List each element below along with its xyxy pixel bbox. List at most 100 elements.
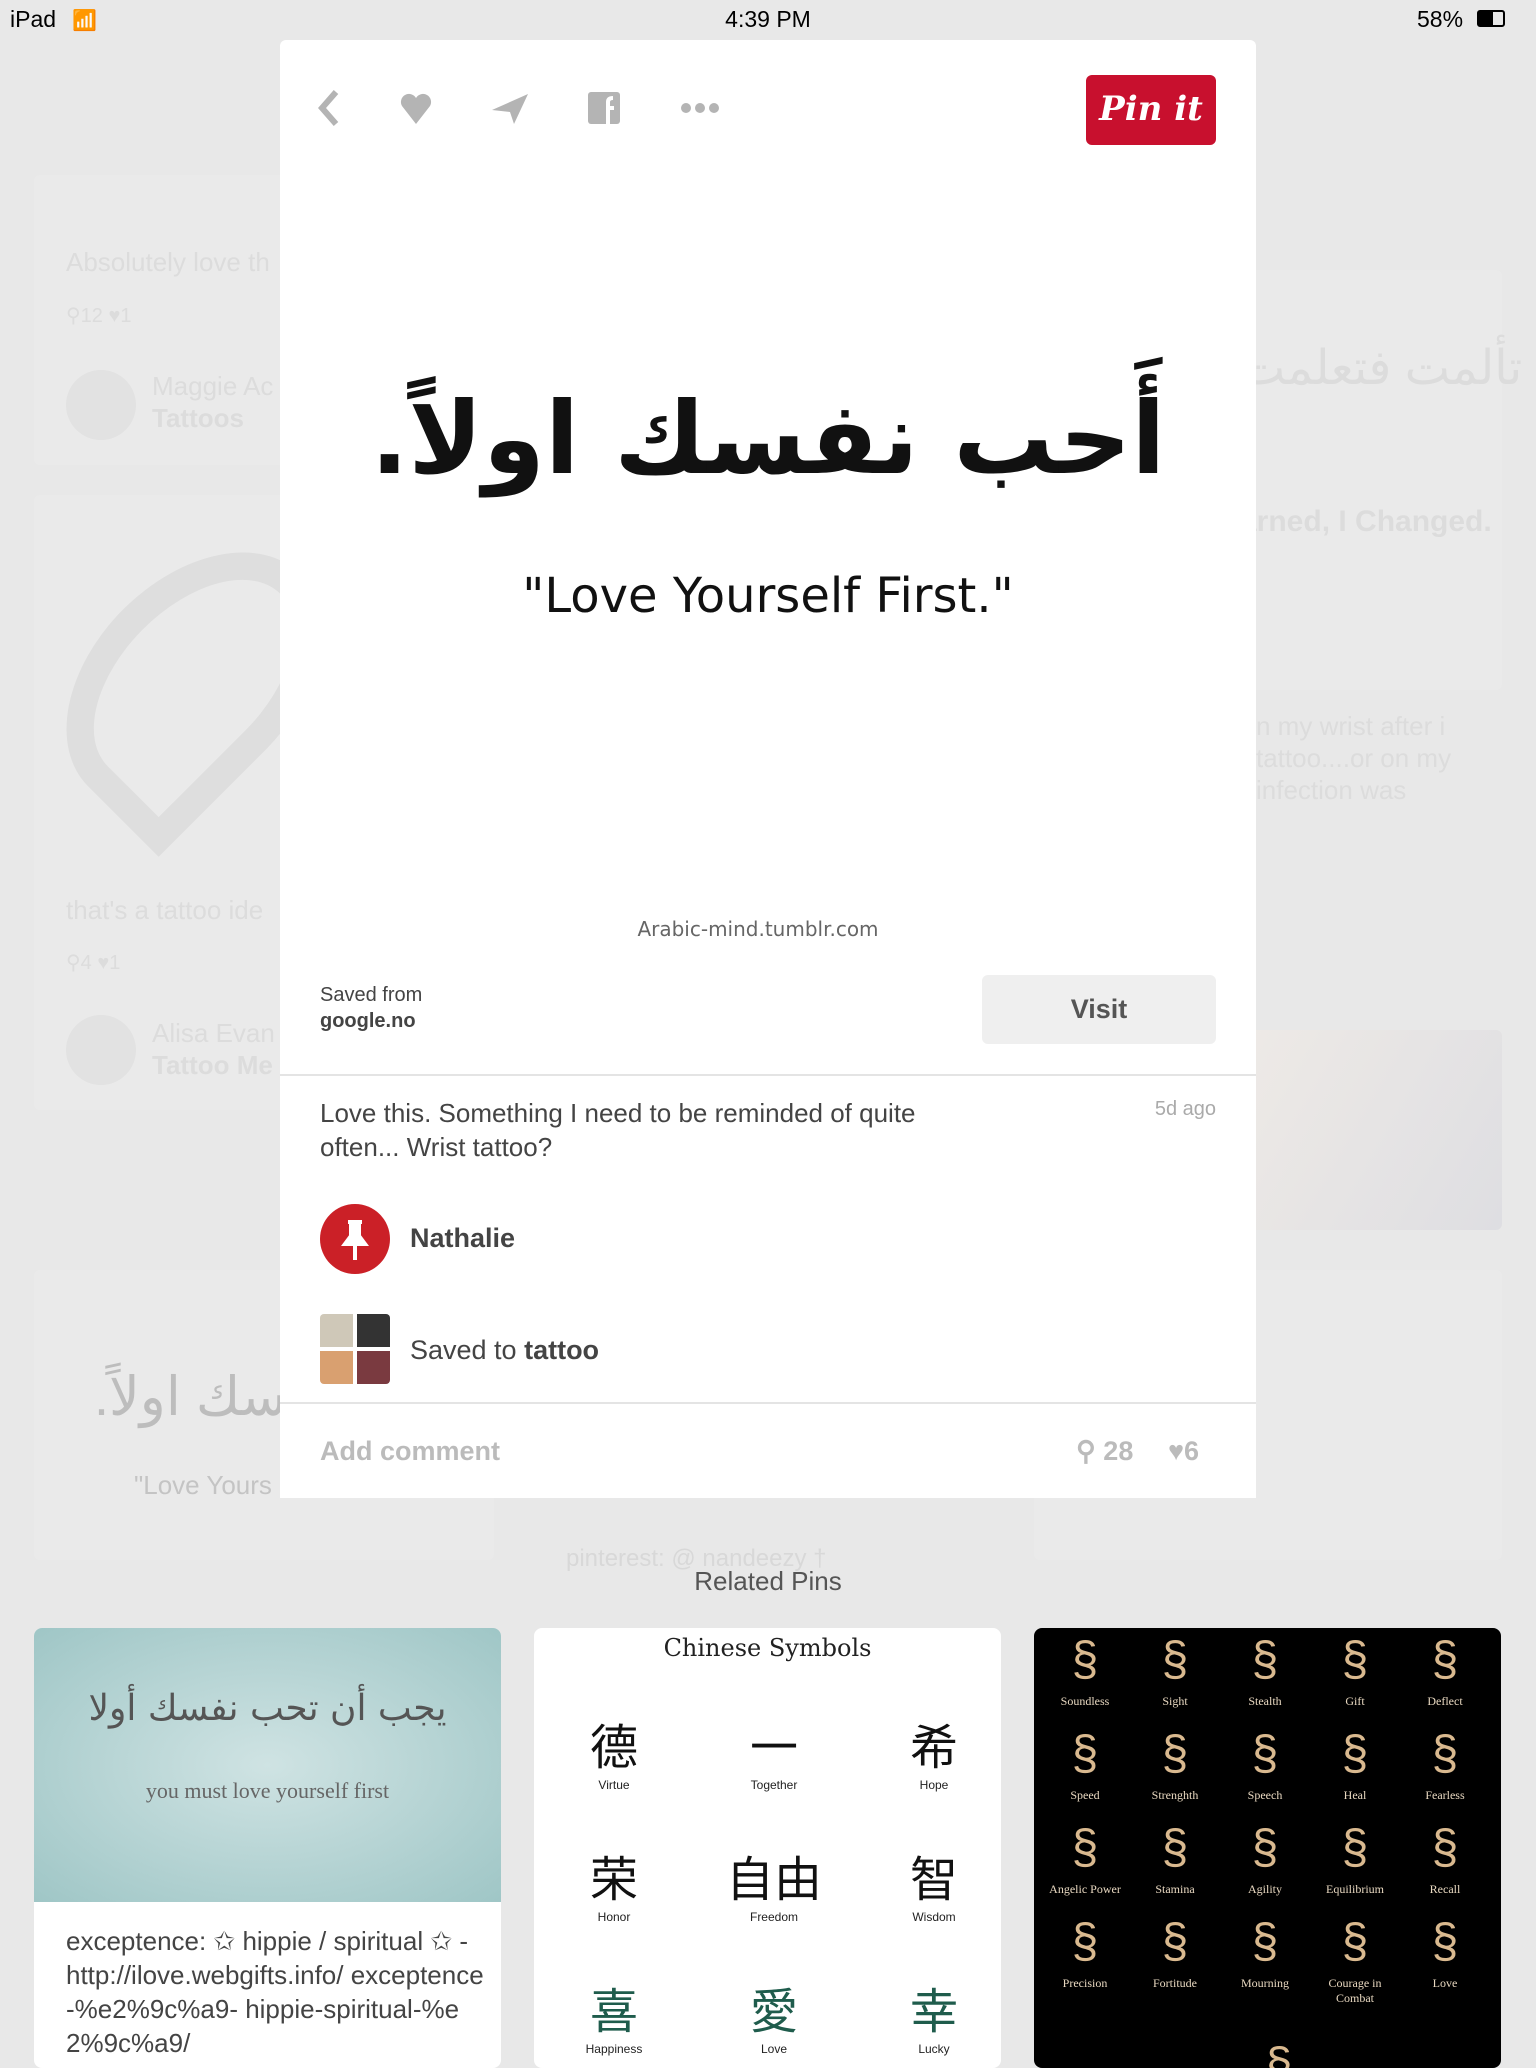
heart-icon[interactable] — [396, 88, 436, 128]
rune: § Speed — [1040, 1726, 1130, 1803]
wifi-icon: 📶 — [72, 10, 97, 32]
clock: 4:39 PM — [725, 6, 811, 32]
saved-from-label: Saved from — [320, 984, 423, 1006]
rune: § Deflect — [1400, 1632, 1490, 1709]
rune-glyph: § — [1161, 1821, 1189, 1874]
rune-label: Angelic Power — [1049, 1882, 1121, 1896]
background-pin-desc: n my wrist after i tattoo....or on my in… — [1256, 711, 1452, 805]
rune-label: Mourning — [1241, 1976, 1289, 1990]
pin-image[interactable]: أَحب نفسك اولاً. "Love Yourself First." … — [280, 190, 1256, 990]
board-thumbnail[interactable] — [320, 1314, 390, 1384]
image-source-caption: Arabic-mind.tumblr.com — [637, 917, 879, 941]
rune-glyph: § — [1265, 2039, 1293, 2068]
rune: § Fortitude — [1130, 1914, 1220, 1991]
symbol-character: 智 — [909, 1854, 958, 1907]
visit-button[interactable]: Visit — [982, 975, 1216, 1044]
symbol-label: Virtue — [598, 1778, 630, 1792]
chinese-symbol: 希 Hope — [874, 1708, 994, 1792]
rune-glyph: § — [1161, 1633, 1189, 1686]
rune: § Stealth — [1220, 1632, 1310, 1709]
rune: § Angelic Power — [1040, 1820, 1130, 1897]
pin-it-button[interactable]: Pin it — [1086, 75, 1216, 145]
symbol-label: Lucky — [918, 2042, 950, 2056]
status-bar: iPad 📶 4:39 PM 58% — [0, 0, 1536, 40]
rune: § Soundless — [1040, 1632, 1130, 1709]
rune: § Speech — [1220, 1726, 1310, 1803]
add-comment-input[interactable]: Add comment — [320, 1436, 500, 1467]
like-count[interactable]: ♥6 — [1168, 1436, 1199, 1467]
more-icon[interactable] — [678, 88, 719, 128]
symbol-label: Together — [750, 1778, 798, 1792]
chinese-symbol: 自由 Freedom — [714, 1840, 834, 1924]
background-pin-board: Tattoos — [152, 403, 244, 433]
back-icon[interactable] — [310, 88, 350, 128]
related-pin-card[interactable]: يجب أن تحب نفسك أولا you must love yours… — [34, 1628, 501, 2068]
symbol-character: 德 — [589, 1722, 638, 1775]
rune-label: Stamina — [1155, 1882, 1195, 1896]
symbol-character: 荣 — [589, 1854, 638, 1907]
rune: § Recall — [1400, 1820, 1490, 1897]
background-pin-desc: Absolutely love th — [66, 247, 270, 277]
chinese-symbol: 智 Wisdom — [874, 1840, 994, 1924]
divider — [280, 1402, 1256, 1404]
facebook-icon[interactable] — [584, 88, 624, 128]
heart-icon: ♥ — [1168, 1436, 1185, 1466]
symbol-label: Wisdom — [912, 1910, 956, 1924]
related-image-arabic: يجب أن تحب نفسك أولا — [88, 1688, 447, 1729]
rune-glyph: § — [1431, 1633, 1459, 1686]
image-arabic-text: أَحب نفسك اولاً. — [370, 380, 1166, 497]
related-pin-card[interactable]: Chinese Symbols 德 Virtue 一 Together 希 Hope 荣 Ho… — [534, 1628, 1001, 2068]
rune-label: Sight — [1162, 1694, 1188, 1708]
rune: § Love — [1400, 1914, 1490, 1991]
background-pin-desc: that's a tattoo ide — [66, 895, 264, 925]
saved-to-label: Saved to — [410, 1335, 525, 1365]
pin-icon — [341, 1220, 369, 1260]
repin-count-value: 28 — [1103, 1436, 1134, 1466]
background-avatar — [66, 370, 136, 440]
related-pins-title: Related Pins — [694, 1566, 842, 1596]
rune-glyph: § — [1251, 1633, 1279, 1686]
symbol-character: 幸 — [909, 1986, 958, 2039]
rune: § Mourning — [1220, 1914, 1310, 1991]
battery-percent: 58% — [1417, 6, 1464, 32]
rune-label: Recall — [1429, 1882, 1461, 1896]
rune: § Stamina — [1130, 1820, 1220, 1897]
rune-label: Love — [1432, 1976, 1458, 1990]
like-count-value: 6 — [1184, 1436, 1200, 1466]
rune-glyph: § — [1251, 1821, 1279, 1874]
symbol-character: 希 — [909, 1722, 958, 1775]
related-pin-description: exceptence: ✩ hippie / spiritual ✩ - htt… — [66, 1926, 484, 2058]
rune: § Courage in Combat — [1310, 1914, 1400, 2006]
rune-glyph: § — [1341, 1821, 1369, 1874]
pinner-avatar[interactable] — [320, 1204, 390, 1274]
battery-icon — [1477, 10, 1505, 27]
background-pin-user: Alisa Evan — [152, 1018, 275, 1048]
board-name[interactable]: tattoo — [524, 1335, 599, 1365]
symbol-label: Freedom — [749, 1910, 799, 1924]
background-arabic: سك اولاً. — [94, 1367, 287, 1427]
related-image-title: Chinese Symbols — [663, 1634, 872, 1662]
background-pin-user: Maggie Ac — [152, 371, 274, 401]
pinner-name[interactable]: Nathalie — [410, 1223, 515, 1254]
related-pin-card[interactable]: § Soundless § Sight § Stealth § Gift § Deflect § Sp… — [1034, 1628, 1501, 2068]
saved-to-board[interactable]: Saved to tattoo — [410, 1335, 599, 1366]
chinese-symbol: 愛 Love — [714, 1972, 834, 2056]
rune-label: Stealth — [1248, 1694, 1282, 1708]
background-arabic: تألمت فتعلمت — [1240, 342, 1523, 395]
chinese-symbol: 荣 Honor — [554, 1840, 674, 1924]
background-pin-stats: ⚲12 ♥1 — [66, 305, 132, 327]
symbol-character: 一 — [749, 1722, 798, 1775]
rune-glyph: § — [1071, 1821, 1099, 1874]
rune: § Equilibrium — [1310, 1820, 1400, 1897]
symbol-character: 喜 — [589, 1986, 638, 2039]
rune: §Bind to — [1234, 2038, 1324, 2068]
rune-glyph: § — [1341, 1727, 1369, 1780]
timestamp: 5d ago — [1154, 1098, 1216, 1120]
repin-count[interactable]: ⚲ 28 — [1076, 1436, 1133, 1467]
rune-glyph: § — [1071, 1633, 1099, 1686]
send-icon[interactable] — [490, 88, 530, 128]
rune-label: Precision — [1062, 1976, 1108, 1990]
saved-from-domain[interactable]: google.no — [320, 1010, 416, 1033]
rune: § Heal — [1310, 1726, 1400, 1803]
rune-glyph: § — [1341, 1633, 1369, 1686]
